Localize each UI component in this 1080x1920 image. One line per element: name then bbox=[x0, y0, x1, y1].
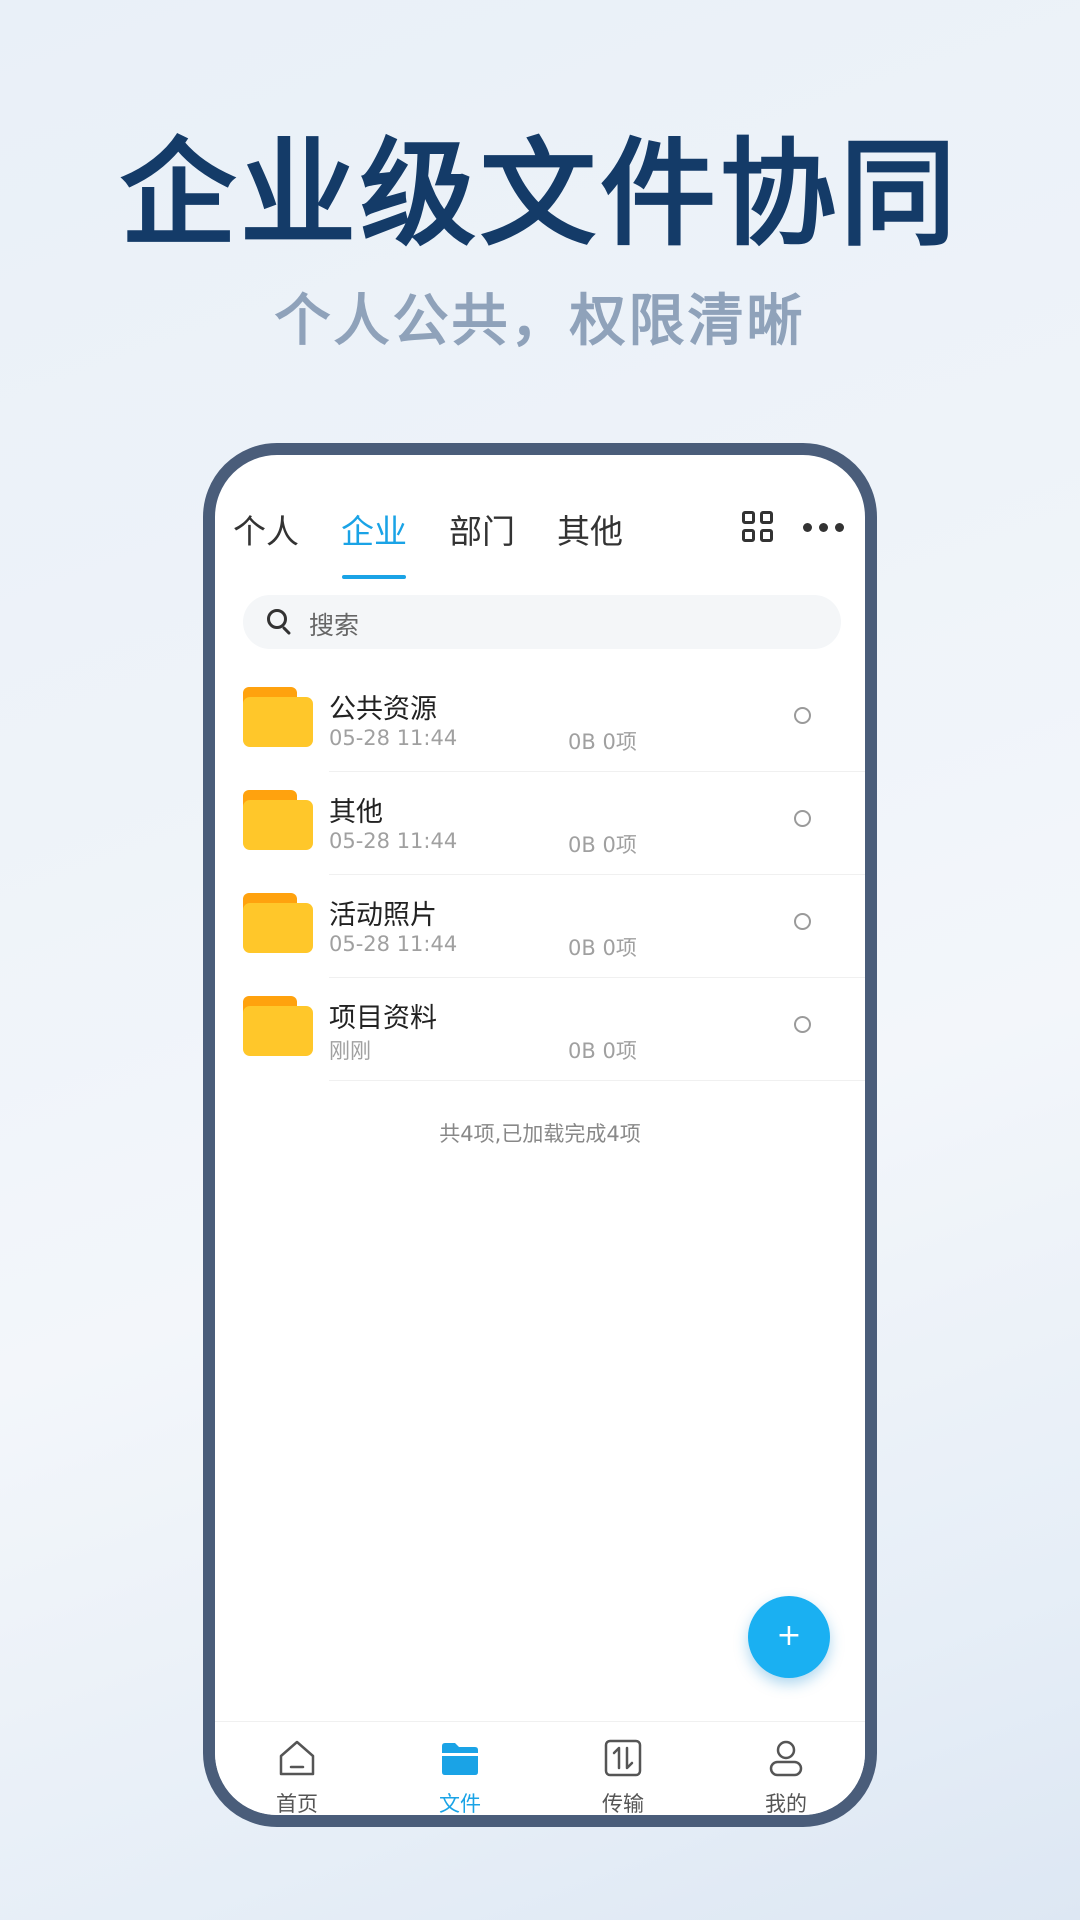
file-item-count: 0项 bbox=[602, 833, 637, 857]
select-radio[interactable] bbox=[794, 1016, 811, 1033]
list-item[interactable]: 公共资源 05-28 11:44 0B 0项 bbox=[215, 669, 865, 772]
hero-subtitle: 个人公共，权限清晰 bbox=[274, 289, 806, 354]
file-size-value: 0B bbox=[568, 833, 596, 857]
search-icon bbox=[267, 609, 292, 636]
list-item[interactable]: 其他 05-28 11:44 0B 0项 bbox=[215, 772, 865, 875]
grid-view-icon[interactable] bbox=[742, 511, 774, 543]
list-item[interactable]: 项目资料 刚刚 0B 0项 bbox=[215, 978, 865, 1081]
file-item-count: 0项 bbox=[602, 936, 637, 960]
file-size: 0B 0项 bbox=[568, 932, 637, 962]
folder-icon bbox=[243, 893, 313, 953]
nav-item-transfer[interactable]: 传输 bbox=[563, 1722, 683, 1816]
file-size-value: 0B bbox=[568, 730, 596, 754]
phone-frame: 个人 企业 部门 其他 搜索 公共资源 05-28 11:44 0B 0项 其他… bbox=[203, 443, 877, 1827]
folder-icon bbox=[243, 687, 313, 747]
file-item-count: 0项 bbox=[602, 730, 637, 754]
file-item-count: 0项 bbox=[602, 1039, 637, 1063]
file-size: 0B 0项 bbox=[568, 829, 637, 859]
folder-icon bbox=[243, 996, 313, 1056]
select-radio[interactable] bbox=[794, 810, 811, 827]
file-size: 0B 0项 bbox=[568, 726, 637, 756]
home-icon bbox=[279, 1740, 315, 1776]
file-size-value: 0B bbox=[568, 1039, 596, 1063]
tab-department[interactable]: 部门 bbox=[449, 505, 515, 553]
select-radio[interactable] bbox=[794, 707, 811, 724]
file-date: 05-28 11:44 bbox=[329, 726, 458, 750]
tab-personal[interactable]: 个人 bbox=[233, 505, 299, 553]
list-summary: 共4项,已加载完成4项 bbox=[439, 1122, 641, 1146]
nav-label: 文件 bbox=[439, 1792, 481, 1816]
tab-other[interactable]: 其他 bbox=[557, 505, 623, 553]
nav-label: 我的 bbox=[765, 1792, 807, 1816]
nav-item-profile[interactable]: 我的 bbox=[726, 1722, 846, 1816]
transfer-icon bbox=[604, 1739, 642, 1777]
file-name: 活动照片 bbox=[329, 900, 437, 931]
list-item[interactable]: 活动照片 05-28 11:44 0B 0项 bbox=[215, 875, 865, 978]
bottom-nav: 首页 文件 传输 我的 bbox=[215, 1721, 865, 1816]
file-date: 刚刚 bbox=[329, 1039, 371, 1063]
nav-item-files[interactable]: 文件 bbox=[400, 1722, 520, 1816]
nav-label: 传输 bbox=[602, 1792, 644, 1816]
folder-icon bbox=[442, 1743, 478, 1775]
nav-item-home[interactable]: 首页 bbox=[237, 1722, 357, 1816]
file-name: 公共资源 bbox=[329, 694, 437, 725]
tab-enterprise[interactable]: 企业 bbox=[341, 505, 407, 553]
folder-icon bbox=[243, 790, 313, 850]
hero-title: 企业级文件协同 bbox=[120, 127, 960, 262]
nav-label: 首页 bbox=[276, 1792, 318, 1816]
more-icon[interactable] bbox=[803, 523, 847, 533]
add-button[interactable]: + bbox=[748, 1596, 830, 1678]
file-size: 0B 0项 bbox=[568, 1035, 637, 1065]
profile-icon bbox=[769, 1740, 803, 1777]
file-name: 其他 bbox=[329, 797, 383, 828]
row-divider bbox=[329, 1080, 865, 1081]
file-name: 项目资料 bbox=[329, 1003, 437, 1034]
file-date: 05-28 11:44 bbox=[329, 932, 458, 956]
tab-bar: 个人 企业 部门 其他 bbox=[215, 455, 865, 579]
search-input[interactable]: 搜索 bbox=[243, 595, 841, 649]
file-date: 05-28 11:44 bbox=[329, 829, 458, 853]
active-tab-indicator bbox=[342, 575, 406, 579]
search-placeholder: 搜索 bbox=[309, 611, 360, 640]
select-radio[interactable] bbox=[794, 913, 811, 930]
file-size-value: 0B bbox=[568, 936, 596, 960]
